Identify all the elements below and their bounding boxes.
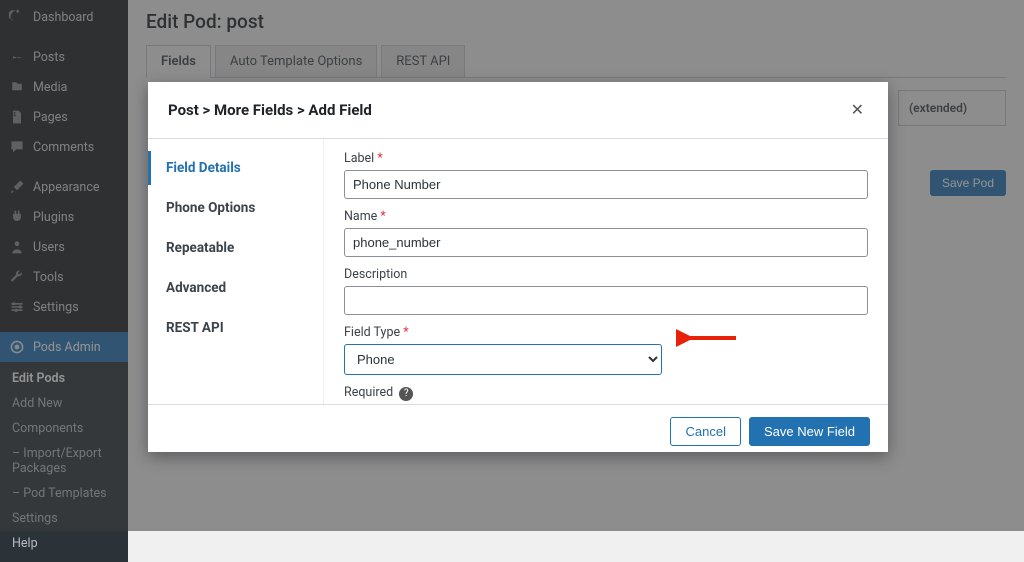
save-new-field-button[interactable]: Save New Field — [749, 417, 870, 446]
sidenav-repeatable[interactable]: Repeatable — [148, 231, 323, 265]
sidenav-rest-api[interactable]: REST API — [148, 311, 323, 345]
sidenav-advanced[interactable]: Advanced — [148, 271, 323, 305]
sidenav-phone-options[interactable]: Phone Options — [148, 191, 323, 225]
description-field-label: Description — [344, 267, 868, 282]
help-icon[interactable]: ? — [399, 387, 413, 401]
name-input[interactable] — [344, 228, 868, 257]
field-form: Label * Name * Description Field Type * … — [324, 139, 888, 404]
field-type-select[interactable]: Phone — [344, 344, 662, 375]
add-field-modal: Post > More Fields > Add Field ✕ Field D… — [148, 82, 888, 452]
name-field-label: Name * — [344, 209, 868, 224]
description-input[interactable] — [344, 286, 868, 315]
field-type-label: Field Type * — [344, 325, 868, 340]
close-button[interactable]: ✕ — [847, 96, 868, 124]
submenu-help[interactable]: Help — [0, 531, 128, 556]
label-input[interactable] — [344, 170, 868, 199]
close-icon: ✕ — [851, 102, 864, 119]
label-field-label: Label * — [344, 151, 868, 166]
required-field-label: Required ? — [344, 385, 868, 401]
cancel-button[interactable]: Cancel — [670, 417, 740, 446]
sidenav-field-details[interactable]: Field Details — [148, 151, 323, 185]
breadcrumb: Post > More Fields > Add Field — [168, 101, 372, 119]
modal-sidenav: Field Details Phone Options Repeatable A… — [148, 139, 324, 404]
